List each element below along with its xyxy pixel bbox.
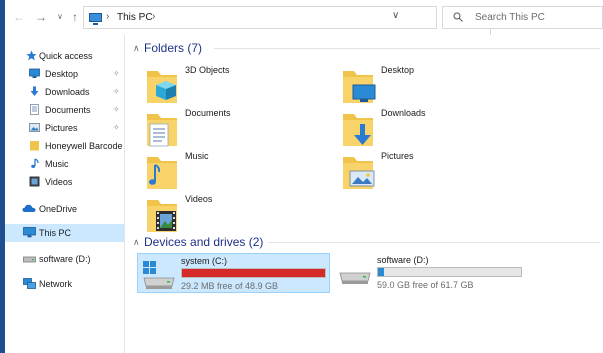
downloads-folder-icon — [343, 114, 373, 146]
windows-drive-icon — [143, 261, 175, 289]
music-icon — [31, 158, 39, 168]
folder-downloads[interactable]: Downloads — [340, 108, 520, 150]
drive-name: software (D:) — [377, 255, 429, 265]
pin-icon[interactable]: ✧ — [113, 123, 120, 132]
drive-free-space: 59.0 GB free of 61.7 GB — [377, 280, 474, 290]
sidebar-item-honeywell-barcode[interactable]: Honeywell Barcode — [5, 137, 124, 155]
sidebar-item-label: Network — [39, 279, 73, 289]
videos-folder-icon — [147, 200, 177, 232]
pin-icon[interactable]: ✧ — [113, 87, 120, 96]
folder-videos[interactable]: Videos — [144, 194, 324, 236]
folder-3d-objects[interactable]: 3D Objects — [144, 65, 324, 107]
collapse-chevron-icon[interactable]: ∧ — [133, 237, 140, 248]
address-row: ← → ∨ ↑ › This PC › ∨ ↻ Search This PC — [5, 0, 603, 36]
pictures-icon — [29, 123, 40, 132]
music-folder-icon — [147, 157, 177, 189]
folder-label: Downloads — [381, 108, 426, 118]
sidebar-item-label: Downloads — [45, 87, 90, 97]
sidebar-item-music[interactable]: Music — [5, 155, 124, 173]
address-dropdown-chevron-icon[interactable]: ∨ — [392, 10, 399, 21]
folder-label: Videos — [185, 194, 213, 204]
search-input[interactable]: Search This PC — [442, 6, 603, 29]
this-pc-icon — [89, 13, 102, 25]
cloud-icon — [22, 204, 36, 212]
folder-icon — [30, 141, 39, 151]
star-icon — [26, 50, 37, 61]
drive-usage-fill — [182, 269, 325, 277]
search-placeholder: Search This PC — [475, 12, 545, 23]
drive-usage-bar — [181, 268, 326, 278]
downloads-icon — [30, 86, 39, 96]
pin-icon[interactable]: ✧ — [113, 69, 120, 78]
group-divider — [268, 242, 600, 243]
sidebar-item-label: OneDrive — [39, 204, 78, 214]
drive-name: system (C:) — [181, 256, 227, 266]
breadcrumb-chevron-icon[interactable]: › — [106, 11, 109, 22]
this-pc-icon — [23, 227, 36, 238]
sidebar-item-this-pc[interactable]: This PC — [5, 224, 124, 242]
drives-group-title: Devices and drives (2) — [144, 235, 264, 249]
folder-label: 3D Objects — [185, 65, 230, 75]
back-arrow-icon[interactable]: ← — [12, 10, 26, 24]
sidebar-item-label: Quick access — [39, 51, 93, 61]
sidebar-item-label: Videos — [45, 177, 73, 187]
group-divider — [214, 48, 600, 49]
sidebar-item-downloads[interactable]: Downloads ✧ — [5, 83, 124, 101]
folders-group-header[interactable]: ∧ Folders (7) — [130, 41, 600, 57]
main-content: ∧ Folders (7) 3D Objects Desktop Documen… — [126, 35, 603, 353]
sidebar-item-label: Pictures — [45, 123, 78, 133]
network-icon — [23, 278, 36, 289]
drives-group-header[interactable]: ∧ Devices and drives (2) — [130, 235, 600, 251]
folder-documents[interactable]: Documents — [144, 108, 324, 150]
forward-arrow-icon[interactable]: → — [34, 10, 48, 24]
navigation-pane: Quick access Desktop ✧ Downloads ✧ Docum… — [5, 35, 125, 353]
sidebar-item-label: Music — [45, 159, 69, 169]
collapse-chevron-icon[interactable]: ∧ — [133, 43, 140, 54]
sidebar-item-onedrive[interactable]: OneDrive — [5, 200, 124, 218]
folder-label: Music — [185, 151, 209, 161]
drive-free-space: 29.2 MB free of 48.9 GB — [181, 281, 279, 291]
sidebar-item-videos[interactable]: Videos — [5, 173, 124, 191]
3d-objects-folder-icon — [147, 71, 177, 103]
drive-usage-fill — [378, 268, 385, 276]
sidebar-item-documents[interactable]: Documents ✧ — [5, 101, 124, 119]
sidebar-item-label: Documents — [45, 105, 91, 115]
desktop-folder-icon — [343, 71, 376, 103]
breadcrumb-this-pc[interactable]: This PC — [117, 12, 153, 23]
folders-group-title: Folders (7) — [144, 41, 203, 55]
folder-label: Documents — [185, 108, 231, 118]
sidebar-item-quick-access[interactable]: Quick access — [5, 47, 124, 65]
documents-folder-icon — [147, 114, 177, 147]
folder-label: Pictures — [381, 151, 414, 161]
drive-icon — [23, 256, 36, 263]
sidebar-item-label: This PC — [39, 228, 72, 238]
breadcrumb-chevron-icon[interactable]: › — [152, 11, 155, 22]
sidebar-item-label: Desktop — [45, 69, 79, 79]
address-bar[interactable]: › This PC › ∨ ↻ — [83, 6, 507, 36]
recent-locations-chevron-icon[interactable]: ∨ — [53, 10, 67, 24]
folder-pictures[interactable]: Pictures — [340, 151, 520, 193]
drive-system-c[interactable]: system (C:) 29.2 MB free of 48.9 GB — [137, 253, 330, 293]
drive-icon — [339, 272, 371, 284]
videos-icon — [29, 176, 40, 187]
sidebar-item-software-d[interactable]: software (D:) — [5, 250, 124, 268]
sidebar-item-desktop[interactable]: Desktop ✧ — [5, 65, 124, 83]
up-arrow-icon[interactable]: ↑ — [68, 10, 82, 24]
sidebar-item-network[interactable]: Network — [5, 275, 124, 293]
sidebar-item-label: software (D:) — [39, 254, 91, 264]
sidebar-item-label: Honeywell Barcode — [45, 141, 123, 151]
pin-icon[interactable]: ✧ — [113, 105, 120, 114]
pictures-folder-icon — [343, 157, 375, 189]
search-icon — [453, 12, 463, 22]
folder-desktop[interactable]: Desktop — [340, 65, 520, 107]
sidebar-item-pictures[interactable]: Pictures ✧ — [5, 119, 124, 137]
drive-software-d[interactable]: software (D:) 59.0 GB free of 61.7 GB — [334, 253, 527, 293]
desktop-icon — [29, 68, 40, 78]
documents-icon — [30, 104, 39, 115]
drive-usage-bar — [377, 267, 522, 277]
folder-label: Desktop — [381, 65, 415, 75]
folder-music[interactable]: Music — [144, 151, 324, 193]
